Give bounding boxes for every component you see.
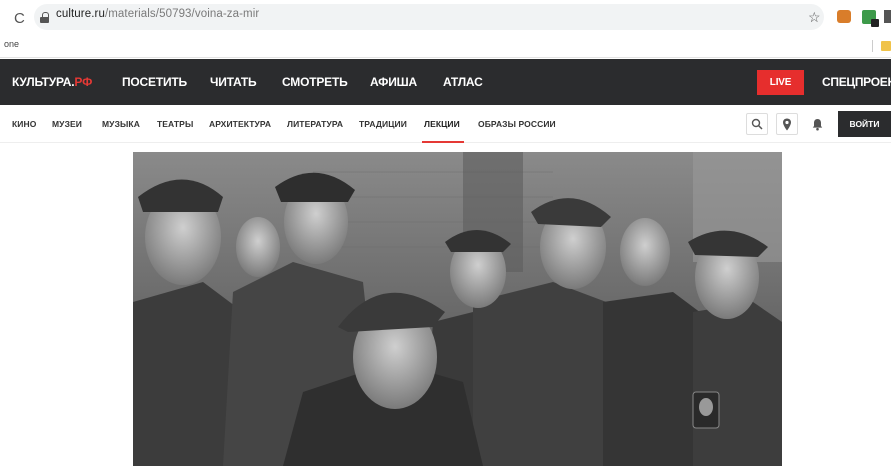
nav-item-visit[interactable]: ПОСЕТИТЬ <box>122 75 187 89</box>
search-button[interactable] <box>746 113 768 135</box>
notifications-button[interactable] <box>806 113 828 135</box>
subnav-item-images-of-russia[interactable]: ОБРАЗЫ РОССИИ <box>478 119 556 129</box>
subnav-item-music[interactable]: МУЗЫКА <box>102 119 140 129</box>
search-icon <box>751 118 763 130</box>
url-path: /materials/50793/voina-za-mir <box>104 8 260 20</box>
special-projects-link[interactable]: СПЕЦПРОЕКТЫ <box>822 75 891 89</box>
reload-icon[interactable]: C <box>14 10 25 27</box>
nav-item-afisha[interactable]: АФИША <box>370 75 417 89</box>
subnav-item-literature[interactable]: ЛИТЕРАТУРА <box>287 119 343 129</box>
site-logo[interactable]: КУЛЬТУРА.РФ <box>12 75 92 89</box>
hero-photo <box>133 152 782 466</box>
bookmark-item[interactable]: one <box>4 39 19 49</box>
lock-icon <box>40 12 49 23</box>
login-button[interactable]: ВОЙТИ <box>838 111 891 137</box>
browser-chrome: C culture.ru/materials/50793/voina-za-mi… <box>0 0 891 58</box>
bell-icon <box>812 118 822 130</box>
subnav-item-museums[interactable]: МУЗЕИ <box>52 119 82 129</box>
folder-icon[interactable] <box>881 41 891 51</box>
subnav-item-architecture[interactable]: АРХИТЕКТУРА <box>209 119 271 129</box>
soldiers-photo-illustration <box>133 152 782 466</box>
subnav-item-traditions[interactable]: ТРАДИЦИИ <box>359 119 407 129</box>
logo-main: КУЛЬТУРА. <box>12 75 75 89</box>
url-host: culture.ru <box>56 8 105 20</box>
logo-accent: РФ <box>74 75 93 89</box>
extension-icon[interactable] <box>862 10 879 27</box>
subnav-item-lectures[interactable]: ЛЕКЦИИ <box>424 119 460 129</box>
subnav-item-theatres[interactable]: ТЕАТРЫ <box>157 119 193 129</box>
nav-item-watch[interactable]: СМОТРЕТЬ <box>282 75 348 89</box>
bookmark-separator <box>872 40 873 52</box>
extension-icon[interactable] <box>884 10 891 23</box>
location-pin-icon <box>783 118 791 130</box>
star-icon[interactable]: ☆ <box>808 9 821 26</box>
nav-item-atlas[interactable]: АТЛАС <box>443 75 483 89</box>
live-button[interactable]: LIVE <box>757 70 804 95</box>
subnav-item-cinema[interactable]: КИНО <box>12 119 36 129</box>
nav-item-read[interactable]: ЧИТАТЬ <box>210 75 257 89</box>
location-button[interactable] <box>776 113 798 135</box>
extension-icon[interactable] <box>837 10 851 23</box>
main-navigation: КУЛЬТУРА.РФ ПОСЕТИТЬ ЧИТАТЬ СМОТРЕТЬ АФИ… <box>0 59 891 105</box>
active-tab-indicator <box>422 141 464 143</box>
bookmarks-bar: one <box>0 35 891 57</box>
category-navigation: КИНО МУЗЕИ МУЗЫКА ТЕАТРЫ АРХИТЕКТУРА ЛИТ… <box>0 105 891 143</box>
url-text[interactable]: culture.ru/materials/50793/voina-za-mir <box>56 8 259 20</box>
